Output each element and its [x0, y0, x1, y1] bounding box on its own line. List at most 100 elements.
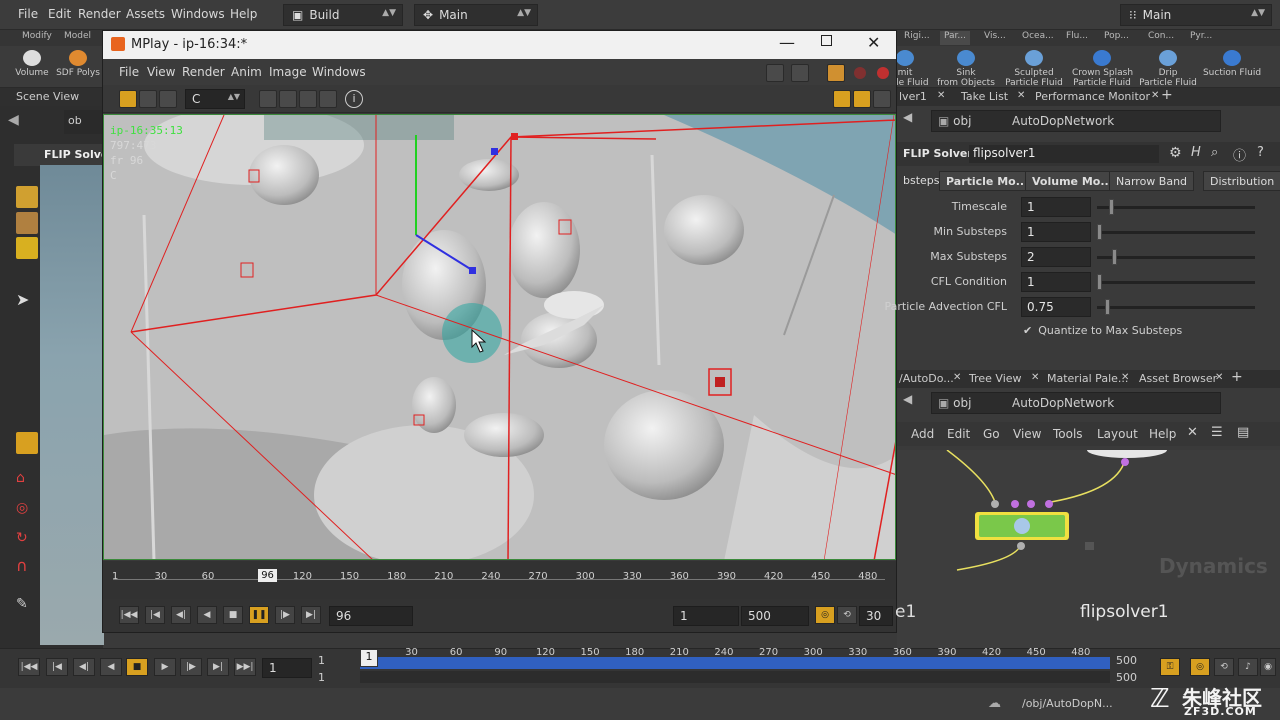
info-circle-icon[interactable]: ⓘ — [1233, 145, 1246, 164]
mplay-menu-anim[interactable]: Anim — [231, 65, 262, 79]
magnet-tool-icon[interactable]: ⌂ — [16, 470, 38, 492]
step-forward-icon[interactable]: |▶ — [275, 606, 295, 624]
mplay-menu-windows[interactable]: Windows — [312, 65, 366, 79]
display-mode-icon[interactable] — [119, 90, 137, 108]
help-h-icon[interactable]: H — [1191, 145, 1201, 160]
net-back-icon[interactable]: ◀ — [903, 392, 919, 410]
node-flipsolver1[interactable]: flipsolver1 — [1080, 602, 1169, 622]
compare-icon[interactable] — [791, 64, 809, 82]
parm-slider-knob[interactable] — [1112, 249, 1117, 265]
key-icon[interactable]: ⚿ — [1160, 658, 1180, 676]
menu-edit[interactable]: Edit — [48, 7, 71, 21]
parm-field-min-substeps[interactable]: 1 — [1021, 222, 1091, 242]
net-menu-help[interactable]: Help — [1149, 427, 1176, 441]
fullscreen-icon[interactable] — [873, 90, 891, 108]
shelf-tab-fluid[interactable]: Flu... — [1062, 31, 1092, 45]
select-tool-icon[interactable] — [16, 186, 38, 208]
shelf-tool-sink[interactable]: Sink from Objects — [936, 50, 996, 88]
maximize-icon[interactable] — [821, 35, 832, 46]
close-icon[interactable]: ✕ — [867, 33, 880, 52]
jump-start-icon[interactable]: |◀◀ — [119, 606, 139, 624]
net-tab-autodop[interactable]: /AutoDo... — [899, 372, 954, 385]
shelf-tab-ocean[interactable]: Ocea... — [1018, 31, 1058, 45]
fps-field[interactable]: 30 — [859, 606, 893, 626]
shelf-tool-sculpted-fluid[interactable]: Sculpted Particle Fluid — [1004, 50, 1064, 88]
step-back-icon[interactable]: ◀| — [171, 606, 191, 624]
parm-slider-knob[interactable] — [1097, 274, 1102, 290]
mplay-timeline[interactable]: 1 30 60 96 120 150 180 210 240 270 300 330 360 390 420… — [103, 561, 896, 599]
network-editor[interactable]: Dynamics flipsolver1 — [897, 450, 1280, 648]
mplay-menu-view[interactable]: View — [147, 65, 175, 79]
menu-help[interactable]: Help — [230, 7, 257, 21]
zoom-in-icon[interactable] — [259, 90, 277, 108]
current-frame-field[interactable]: 96 — [329, 606, 413, 626]
parm-tab-narrow-band[interactable]: Narrow Band — [1109, 171, 1195, 191]
scene-view-tab[interactable]: Scene View — [16, 90, 79, 103]
parm-tab-distribution[interactable]: Distribution — [1203, 171, 1280, 191]
net-tab-material-palette[interactable]: Material Pale... — [1047, 372, 1128, 385]
menu-windows[interactable]: Windows — [171, 7, 225, 21]
search-icon[interactable]: ⌕ — [1211, 145, 1218, 160]
net-tab-close-icon-2[interactable]: ✕ — [1031, 372, 1039, 383]
right-main-combo[interactable]: ⁝⁝ Main ▲▼ — [1120, 4, 1272, 26]
layers-icon[interactable] — [139, 90, 157, 108]
pan-icon[interactable] — [319, 90, 337, 108]
net-tab-asset-browser[interactable]: Asset Browser — [1139, 372, 1217, 385]
grid-view-icon[interactable] — [833, 90, 851, 108]
snapshot-icon[interactable] — [766, 64, 784, 82]
net-tab-close-icon[interactable]: ✕ — [953, 372, 961, 383]
net-menu-view[interactable]: View — [1013, 427, 1041, 441]
net-menu-add[interactable]: Add — [911, 427, 934, 441]
play-reverse-icon[interactable]: ◀ — [197, 606, 217, 624]
lasso-tool-icon[interactable]: ◎ — [16, 500, 38, 522]
main-playhead[interactable]: 1 — [360, 649, 378, 667]
net-add-tab-icon[interactable]: + — [1231, 369, 1243, 385]
shelf-tab-particles[interactable]: Par... — [940, 31, 970, 45]
parm-tab-volume-motion[interactable]: Volume Mo... — [1025, 171, 1120, 191]
stop-icon[interactable]: ■ — [223, 606, 243, 624]
quantize-checkbox-row[interactable]: ✔ Quantize to Max Substeps — [1023, 324, 1182, 337]
mplay-playhead[interactable]: 96 — [258, 569, 277, 582]
pose-tool-icon[interactable] — [16, 432, 38, 454]
tab-take-list[interactable]: Take List — [961, 90, 1008, 103]
image-icon[interactable] — [159, 90, 177, 108]
node-name-field[interactable]: flipsolver1 — [969, 145, 1159, 163]
handle-tool-icon[interactable] — [16, 237, 38, 259]
shelf-tool-suction-fluid[interactable]: Suction Fluid — [1202, 50, 1262, 78]
tab-close-icon-3[interactable]: ✕ — [1151, 90, 1159, 101]
net-menu-edit[interactable]: Edit — [947, 427, 970, 441]
pause-icon[interactable]: ❚❚ — [249, 606, 269, 624]
parm-field-particle-advection-cfl[interactable]: 0.75 — [1021, 297, 1091, 317]
minimize-icon[interactable]: — — [779, 33, 795, 52]
parm-tab-particle-motion[interactable]: Particle Mo... — [939, 171, 1036, 191]
net-tab-tree-view[interactable]: Tree View — [969, 372, 1022, 385]
parm-slider-cfl-condition[interactable] — [1097, 274, 1255, 290]
jump-end-icon[interactable]: ▶| — [301, 606, 321, 624]
mplay-menu-file[interactable]: File — [119, 65, 139, 79]
main-realtime-icon[interactable]: ◎ — [1190, 658, 1210, 676]
gear-icon[interactable]: ⚙ — [1169, 145, 1182, 161]
main-loop-icon[interactable]: ⟲ — [1214, 658, 1234, 676]
range-end-field[interactable]: 500 — [741, 606, 809, 626]
add-tab-icon[interactable]: + — [1161, 87, 1173, 103]
parm-slider-timescale[interactable] — [1097, 199, 1255, 215]
shelf-tab-container[interactable]: Con... — [1144, 31, 1178, 45]
parm-field-timescale[interactable]: 1 — [1021, 197, 1091, 217]
tile-view-icon[interactable] — [853, 90, 871, 108]
wrench-icon[interactable]: ✕ — [1187, 425, 1198, 440]
menu-render[interactable]: Render — [78, 7, 121, 21]
net-menu-layout[interactable]: Layout — [1097, 427, 1138, 441]
pane-back-icon[interactable]: ◀ — [903, 110, 919, 128]
parm-slider-max-substeps[interactable] — [1097, 249, 1255, 265]
transform-tool-icon[interactable] — [16, 212, 38, 234]
scene-path[interactable]: ob — [64, 110, 104, 134]
net-path-bar[interactable]: ▣ obj AutoDopNetwork — [931, 392, 1221, 414]
mplay-menu-image[interactable]: Image — [269, 65, 307, 79]
main-range-bar[interactable] — [360, 671, 1110, 683]
net-tab-close-icon-4[interactable]: ✕ — [1215, 372, 1223, 383]
rotate-tool-icon[interactable]: ↻ — [16, 530, 38, 552]
tab-close-icon[interactable]: ✕ — [937, 90, 945, 101]
scene-viewport[interactable] — [40, 165, 104, 645]
tab-close-icon-2[interactable]: ✕ — [1017, 90, 1025, 101]
mplay-viewport[interactable]: ip-16:35:13 797:473 fr 96 C — [103, 114, 896, 560]
